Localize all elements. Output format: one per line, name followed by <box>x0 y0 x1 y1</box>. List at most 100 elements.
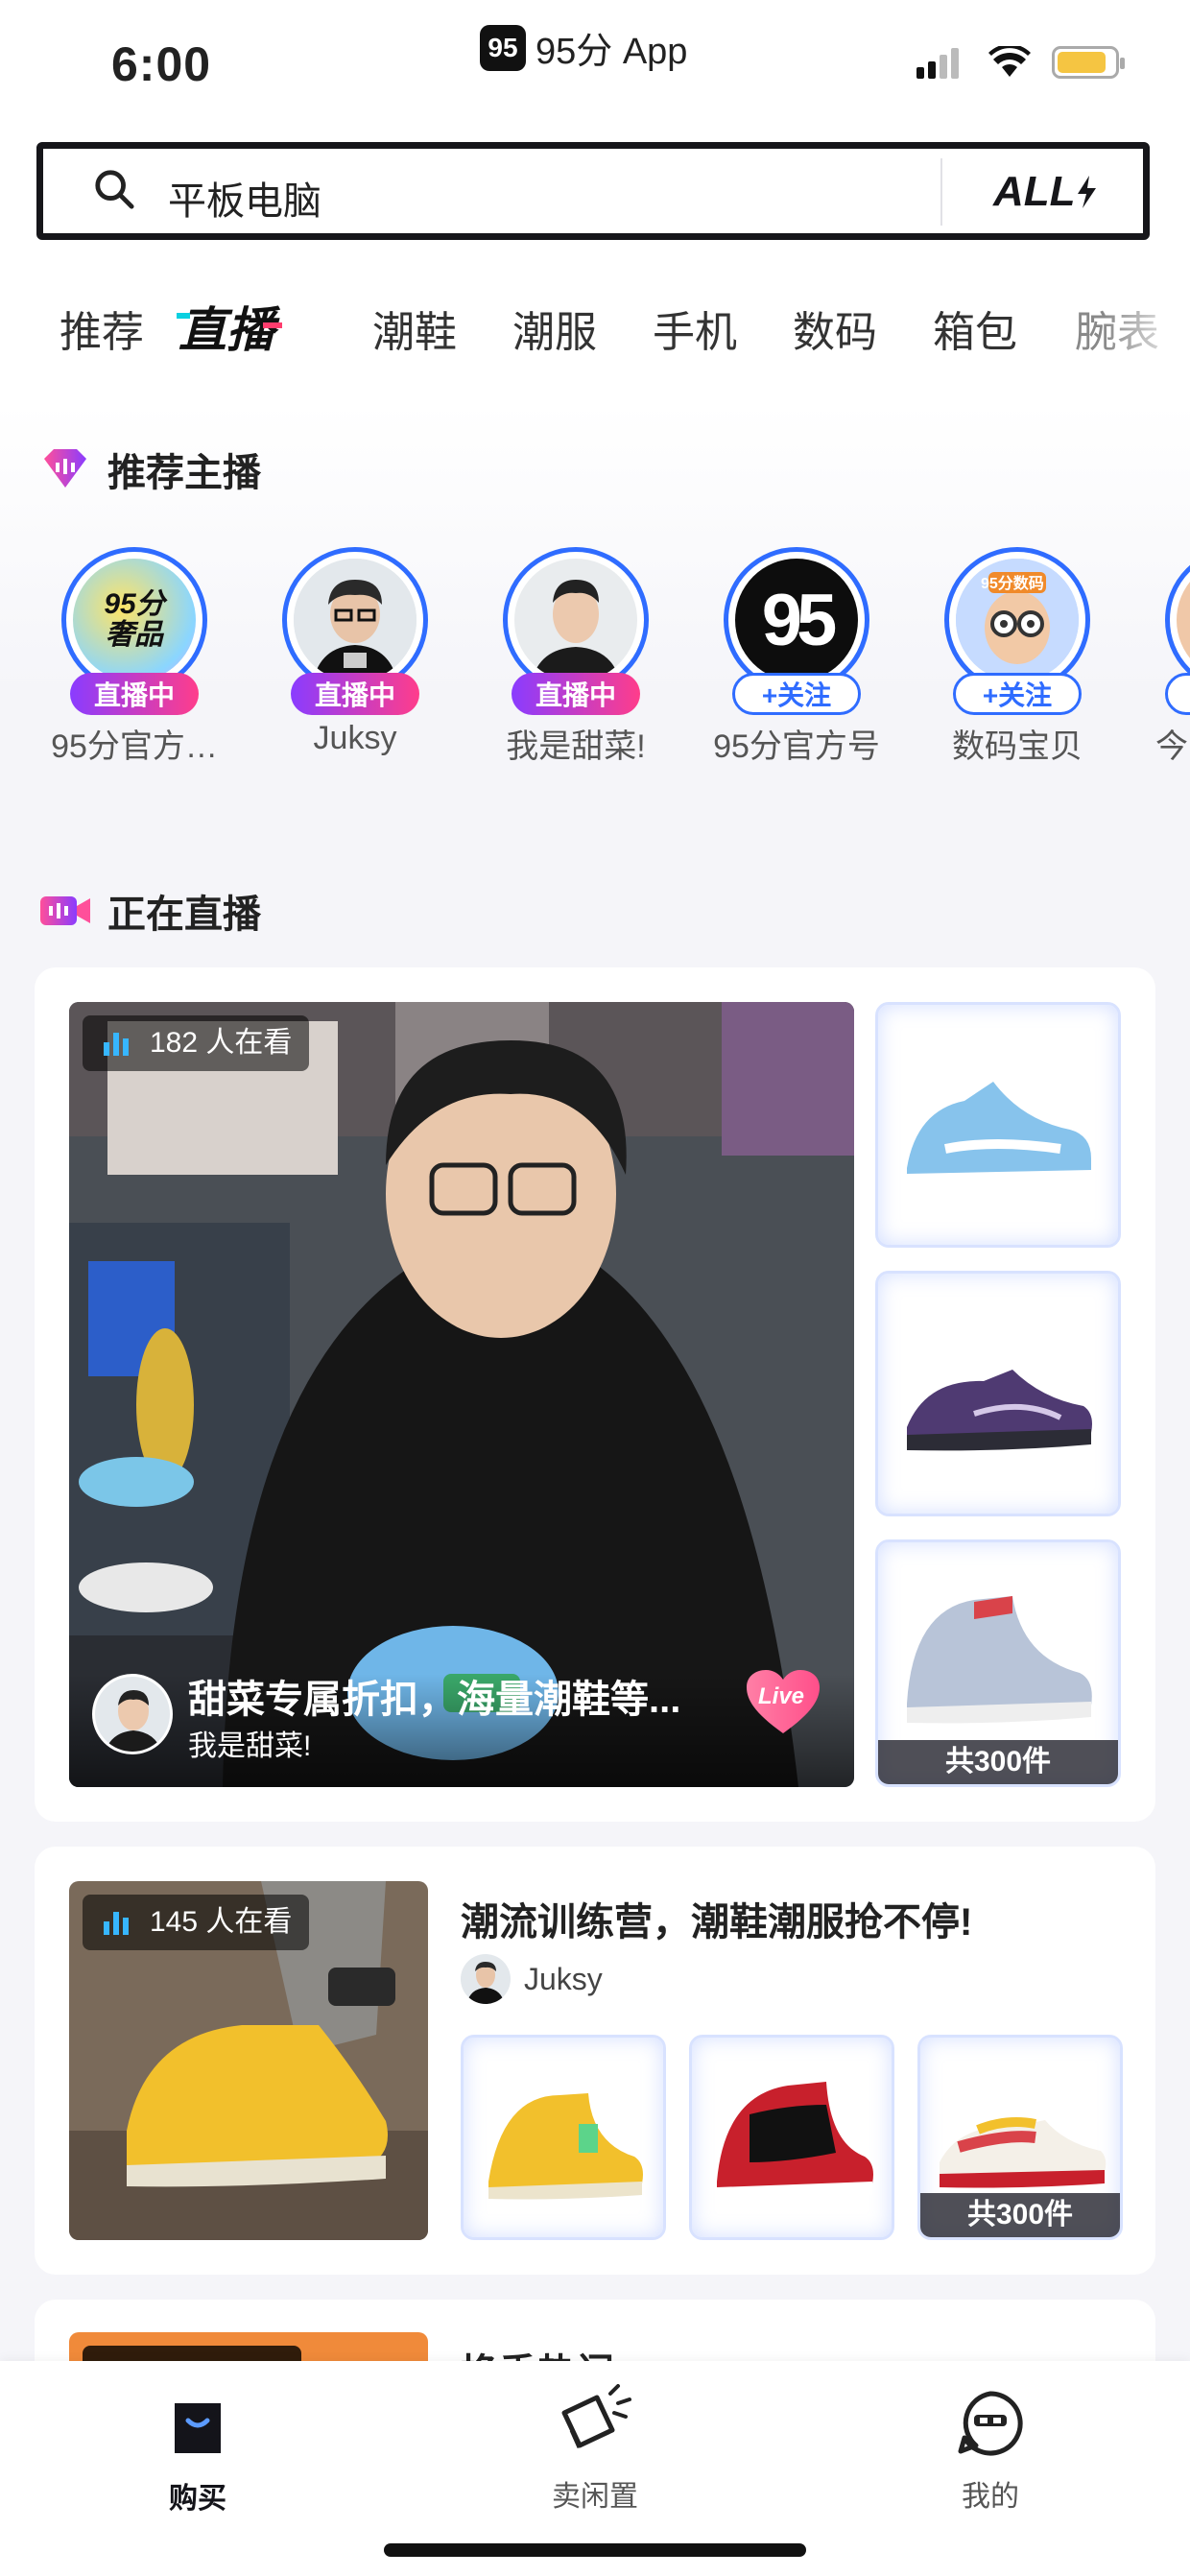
avatar <box>1177 559 1190 681</box>
host-name: 我是甜菜! <box>188 1730 312 1762</box>
viewer-count: 182 人在看 <box>150 1027 293 1059</box>
tab-live[interactable]: 直播 <box>177 292 282 361</box>
live-heart-text: Live <box>758 1683 805 1709</box>
avatar-text: 95分数码 <box>981 576 1044 592</box>
avatar-text: 95 <box>761 579 838 661</box>
status-bar: 6:00 95 95分 App <box>0 0 1190 134</box>
host-avatar <box>461 1954 511 2004</box>
anchor-avatar-ring: + <box>1165 547 1190 715</box>
tabs-fade <box>1104 250 1190 403</box>
avatar: 95分数码 <box>956 559 1079 681</box>
avatar: 95 <box>735 559 858 681</box>
tab-streetwear[interactable]: 潮服 <box>512 298 597 359</box>
product-thumb[interactable]: 共300件 <box>875 1539 1121 1787</box>
avatar: 95分奢品 <box>73 559 196 681</box>
tab-buy[interactable]: 购买 <box>102 2384 294 2516</box>
anchor-name: 数码宝贝 <box>952 728 1083 765</box>
cellular-signal-icon <box>916 48 959 79</box>
battery-icon <box>1052 46 1125 79</box>
live-badge: 直播中 <box>291 673 419 715</box>
anchor-card[interactable]: 95分数码 +关注 数码宝贝 <box>931 547 1104 767</box>
anchor-card[interactable]: + 今 <box>1152 547 1190 767</box>
category-tabs: 推荐 直播 潮鞋 潮服 手机 数码 箱包 腕表 <box>0 250 1190 403</box>
anchor-card[interactable]: 直播中 Juksy <box>269 547 441 757</box>
profile-icon <box>958 2391 1023 2456</box>
live-stream-card[interactable]: 145 人在看 潮流训练营，潮鞋潮服抢不停! Juksy 共300件 <box>35 1847 1155 2275</box>
sneaker-image <box>907 1082 1091 1188</box>
tab-profile-label: 我的 <box>962 2481 1019 2513</box>
product-thumb[interactable] <box>875 1271 1121 1516</box>
tab-bags[interactable]: 箱包 <box>933 298 1017 359</box>
tab-buy-label: 购买 <box>169 2483 226 2515</box>
anchor-name: 95分官方… <box>51 728 218 765</box>
product-thumb[interactable]: 共300件 <box>917 2035 1123 2240</box>
live-now-section-title: 正在直播 <box>40 883 261 939</box>
live-stream-cover[interactable]: 145 人在看 <box>69 1881 428 2240</box>
tab-digital[interactable]: 数码 <box>793 298 877 359</box>
anchor-card[interactable]: 95 +关注 95分官方号 <box>710 547 883 767</box>
tab-sell-label: 卖闲置 <box>552 2481 638 2513</box>
search-divider <box>940 158 942 226</box>
viewer-count: 145 人在看 <box>150 1906 293 1938</box>
tab-sell[interactable]: 卖闲置 <box>499 2384 691 2515</box>
follow-button[interactable]: +关注 <box>732 673 861 715</box>
tab-sneakers[interactable]: 潮鞋 <box>372 298 457 359</box>
host-name: Juksy <box>524 1961 603 1996</box>
anchor-avatar-ring: 95分数码 +关注 <box>944 547 1090 715</box>
home-indicator <box>384 2543 806 2557</box>
live-now-title: 正在直播 <box>107 894 261 936</box>
sneaker-image <box>488 2093 643 2200</box>
product-total-count: 共300件 <box>920 2193 1120 2237</box>
follow-button[interactable]: + <box>1165 673 1190 715</box>
product-thumb[interactable] <box>461 2035 666 2240</box>
anchor-card[interactable]: 直播中 我是甜菜! <box>489 547 662 767</box>
search-input[interactable]: 平板电脑 ALL <box>36 142 1150 240</box>
stream-title: 潮流训练营，潮鞋潮服抢不停! <box>461 1901 973 1944</box>
anchor-avatar-ring: 直播中 <box>503 547 649 715</box>
product-thumb[interactable] <box>875 1002 1121 1248</box>
recommended-section-title: 推荐主播 <box>40 441 261 497</box>
live-stream-cover[interactable]: 182 人在看 甜菜专属折扣，海量潮鞋等... 我是甜菜! Live <box>69 1002 854 1787</box>
wifi-icon <box>988 46 1031 77</box>
stream-title: 甜菜专属折扣，海量潮鞋等... <box>188 1679 681 1721</box>
search-icon <box>95 170 134 209</box>
viewer-count-badge: 145 人在看 <box>83 1895 310 1950</box>
anchor-name: Juksy <box>313 720 397 756</box>
live-stream-card[interactable]: 182 人在看 甜菜专属折扣，海量潮鞋等... 我是甜菜! Live 共300件 <box>35 967 1155 1822</box>
tab-phones[interactable]: 手机 <box>653 298 737 359</box>
follow-button[interactable]: +关注 <box>953 673 1082 715</box>
anchor-name: 我是甜菜! <box>506 728 646 765</box>
sneaker-image <box>717 2082 873 2200</box>
all-label: ALL <box>993 168 1076 215</box>
viewer-count-badge: 182 人在看 <box>83 1015 310 1071</box>
bar-chart-icon <box>104 1912 129 1935</box>
avatar <box>514 559 637 681</box>
anchor-avatar-ring: 直播中 <box>282 547 428 715</box>
anchor-card[interactable]: 95分奢品 直播中 95分官方… <box>48 547 221 767</box>
anchor-name: 95分官方号 <box>713 728 880 765</box>
lightning-icon <box>1077 176 1096 208</box>
app-logo-icon: 95 <box>480 24 526 71</box>
search-query: 平板电脑 <box>168 180 321 223</box>
shopping-bag-icon <box>175 2403 221 2453</box>
recommended-title: 推荐主播 <box>107 452 261 494</box>
anchor-name: 今 <box>1155 728 1188 765</box>
live-heart-icon: Live <box>747 1670 820 1735</box>
bar-chart-icon <box>104 1033 129 1056</box>
all-category-button[interactable]: ALL <box>993 168 1097 216</box>
live-camera-icon <box>40 896 90 925</box>
heart-gem-icon <box>44 449 86 488</box>
host-avatar[interactable] <box>92 1674 173 1754</box>
tab-recommend[interactable]: 推荐 <box>60 298 144 359</box>
product-total-count: 共300件 <box>878 1740 1118 1784</box>
host-info[interactable]: Juksy <box>461 1954 603 2004</box>
megaphone-icon <box>561 2384 631 2449</box>
anchor-avatar-ring: 95 +关注 <box>724 547 869 715</box>
status-app-indicator[interactable]: 95 95分 App <box>480 21 687 74</box>
tab-profile[interactable]: 我的 <box>894 2384 1086 2515</box>
status-app-name: 95分 App <box>536 32 688 72</box>
sneaker-image <box>907 1370 1092 1451</box>
live-badge: 直播中 <box>512 673 640 715</box>
product-thumb[interactable] <box>689 2035 894 2240</box>
avatar-text: 95分奢品 <box>104 588 165 651</box>
